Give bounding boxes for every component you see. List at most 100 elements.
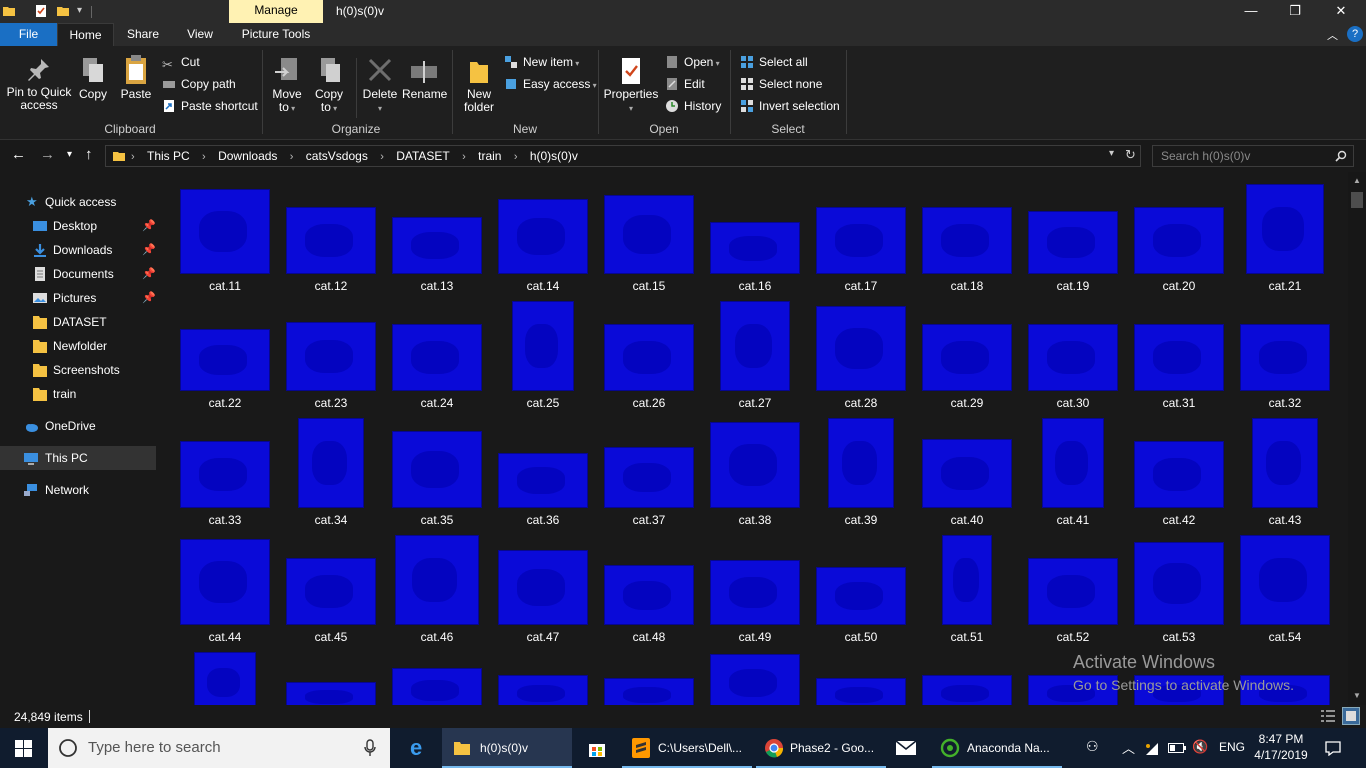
thumbnail[interactable] <box>1240 535 1330 625</box>
tab-share[interactable]: Share <box>115 23 171 46</box>
thumbnail[interactable] <box>180 189 270 274</box>
file-name[interactable]: cat.14 <box>498 279 588 293</box>
file-name[interactable]: cat.54 <box>1240 630 1330 644</box>
nav-onedrive[interactable]: OneDrive <box>0 414 156 438</box>
pin-icon[interactable]: 📌 <box>142 214 156 238</box>
thumbnail[interactable] <box>816 207 906 274</box>
file-name[interactable]: cat.30 <box>1028 396 1118 410</box>
thumbnail[interactable] <box>1252 418 1318 508</box>
cut-button[interactable]: ✂ Cut <box>162 55 200 72</box>
pin-icon[interactable]: 📌 <box>142 286 156 310</box>
refresh-icon[interactable]: ↻ <box>1125 147 1136 163</box>
file-name[interactable]: cat.47 <box>498 630 588 644</box>
file-name[interactable]: cat.21 <box>1240 279 1330 293</box>
thumbnail[interactable] <box>942 535 992 625</box>
file-name[interactable]: cat.28 <box>816 396 906 410</box>
breadcrumb-this-pc[interactable]: This PC <box>147 146 190 166</box>
thumbnail[interactable] <box>710 222 800 274</box>
breadcrumb-dataset[interactable]: DATASET <box>396 146 450 166</box>
tab-file[interactable]: File <box>0 23 57 46</box>
file-name[interactable]: cat.44 <box>180 630 270 644</box>
delete-button[interactable]: Delete ▾ <box>360 56 400 115</box>
breadcrumb-separator-icon[interactable]: › <box>290 147 294 167</box>
history-button[interactable]: History <box>665 99 721 113</box>
thumbnail[interactable] <box>816 306 906 391</box>
recent-locations-chevron-icon[interactable]: ▾ <box>67 149 72 160</box>
taskbar-file-explorer[interactable]: h(0)s(0)v <box>442 728 572 768</box>
scroll-down-arrow-icon[interactable]: ▼ <box>1353 691 1361 700</box>
customize-qa-chevron-icon[interactable]: ▾ <box>77 5 91 19</box>
file-name[interactable]: cat.35 <box>392 513 482 527</box>
thumbnail[interactable] <box>180 441 270 508</box>
file-name[interactable]: cat.37 <box>604 513 694 527</box>
file-name[interactable]: cat.50 <box>816 630 906 644</box>
thumbnail[interactable] <box>604 565 694 625</box>
large-icons-view-icon[interactable] <box>1342 707 1360 725</box>
breadcrumb-current-folder[interactable]: h(0)s(0)v <box>530 146 578 166</box>
close-button[interactable]: ✕ <box>1318 0 1364 23</box>
wifi-icon[interactable] <box>1144 742 1160 756</box>
taskbar-anaconda-navigator[interactable]: Anaconda Na... <box>932 728 1062 768</box>
scroll-thumb[interactable] <box>1351 192 1363 208</box>
thumbnail[interactable] <box>286 558 376 625</box>
input-language[interactable]: ENG <box>1219 740 1245 754</box>
thumbnail[interactable] <box>286 322 376 391</box>
thumbnail[interactable] <box>1134 542 1224 625</box>
taskbar-mail[interactable] <box>888 728 924 768</box>
back-arrow-icon[interactable]: ← <box>11 146 26 163</box>
thumbnail[interactable] <box>180 539 270 625</box>
easy-access-button[interactable]: Easy access ▾ <box>504 77 597 93</box>
nav-item-downloads[interactable]: Downloads 📌 <box>0 238 156 262</box>
search-input[interactable]: Search h(0)s(0)v <box>1152 145 1354 167</box>
breadcrumb-separator-icon[interactable]: › <box>462 147 466 167</box>
file-name[interactable]: cat.18 <box>922 279 1012 293</box>
file-name[interactable]: cat.43 <box>1240 513 1330 527</box>
file-name[interactable]: cat.53 <box>1134 630 1224 644</box>
properties-qa-icon[interactable] <box>34 4 48 18</box>
volume-muted-icon[interactable]: 🔇 <box>1192 739 1208 755</box>
file-name[interactable]: cat.40 <box>922 513 1012 527</box>
thumbnail[interactable] <box>1028 324 1118 391</box>
pin-to-quick-access-button[interactable]: Pin to Quick access <box>4 56 74 112</box>
thumbnail[interactable] <box>710 654 800 705</box>
help-icon[interactable]: ? <box>1347 26 1363 42</box>
thumbnail[interactable] <box>604 678 694 705</box>
breadcrumb-catsvsdogs[interactable]: catsVsdogs <box>306 146 368 166</box>
file-name[interactable]: cat.23 <box>286 396 376 410</box>
rename-button[interactable]: Rename <box>402 56 447 101</box>
thumbnail[interactable] <box>498 675 588 705</box>
thumbnail[interactable] <box>720 301 790 391</box>
thumbnail[interactable] <box>1042 418 1104 508</box>
thumbnail[interactable] <box>922 324 1012 391</box>
file-name[interactable]: cat.26 <box>604 396 694 410</box>
thumbnail[interactable] <box>1028 211 1118 274</box>
thumbnail[interactable] <box>392 324 482 391</box>
thumbnail[interactable] <box>392 668 482 705</box>
action-center-notification-icon[interactable] <box>1325 740 1341 756</box>
tab-home[interactable]: Home <box>57 23 114 46</box>
file-name[interactable]: cat.42 <box>1134 513 1224 527</box>
thumbnail[interactable] <box>498 199 588 274</box>
thumbnail[interactable] <box>1134 324 1224 391</box>
taskbar-clock[interactable]: 8:47 PM 4/17/2019 <box>1252 731 1310 763</box>
breadcrumb-separator-icon[interactable]: › <box>202 147 206 167</box>
thumbnail[interactable] <box>194 652 256 705</box>
thumbnail[interactable] <box>710 422 800 508</box>
copy-to-button[interactable]: Copy to ▾ <box>310 56 348 115</box>
nav-item-train[interactable]: train <box>0 382 156 406</box>
file-name[interactable]: cat.34 <box>286 513 376 527</box>
taskbar-chrome[interactable]: Phase2 - Goo... <box>756 728 886 768</box>
open-button[interactable]: Open ▾ <box>665 55 720 71</box>
file-name[interactable]: cat.16 <box>710 279 800 293</box>
thumbnail[interactable] <box>286 207 376 274</box>
up-arrow-icon[interactable]: ↑ <box>85 146 93 163</box>
file-name[interactable]: cat.41 <box>1028 513 1118 527</box>
breadcrumb-separator-icon[interactable]: › <box>380 147 384 167</box>
file-name[interactable]: cat.39 <box>816 513 906 527</box>
minimize-button[interactable]: — <box>1228 0 1274 23</box>
thumbnail[interactable] <box>1134 441 1224 508</box>
edit-button[interactable]: Edit <box>665 77 705 91</box>
windows-start-icon[interactable] <box>15 740 32 757</box>
breadcrumb-train[interactable]: train <box>478 146 501 166</box>
tab-picture-tools[interactable]: Picture Tools <box>229 23 323 46</box>
